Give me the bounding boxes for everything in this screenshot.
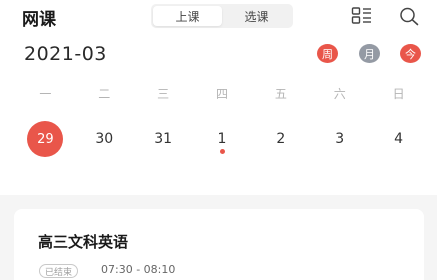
day-cell[interactable]: 4 [369, 121, 428, 157]
day-number: 2 [276, 131, 286, 147]
day-number: 31 [154, 131, 173, 147]
day-number: 1 [217, 131, 227, 147]
top-bar: 网课 上课 选课 [0, 0, 437, 34]
course-time: 07:30 - 08:10 [101, 263, 176, 276]
weekday-label: 四 [216, 87, 229, 101]
month-view-button[interactable]: 月 [359, 44, 380, 63]
weekday-label: 五 [274, 87, 287, 101]
week-view-button[interactable]: 周 [317, 44, 338, 63]
day-cell-selected[interactable]: 29 [16, 121, 75, 157]
weekday-label: 二 [98, 87, 111, 101]
month-label[interactable]: 2021-03 [24, 43, 107, 65]
day-cell[interactable]: 3 [310, 121, 369, 157]
status-badge: 已结束 [39, 264, 79, 278]
day-number: 4 [394, 131, 404, 147]
weekday-label: 三 [157, 87, 170, 101]
day-cell[interactable]: 2 [251, 121, 310, 157]
search-icon[interactable] [398, 6, 420, 26]
day-cell[interactable]: 31 [134, 121, 193, 157]
day-number: 3 [335, 131, 345, 147]
tab-attend-class[interactable]: 上课 [153, 6, 222, 26]
today-button[interactable]: 今 [400, 44, 421, 63]
day-number: 29 [27, 121, 64, 157]
day-cell[interactable]: 1 [193, 121, 252, 157]
course-title: 高三文科英语 [38, 233, 129, 251]
page-title: 网课 [22, 10, 56, 30]
day-number: 30 [95, 131, 114, 147]
course-card[interactable]: 高三文科英语 已结束 07:30 - 08:10 [14, 209, 424, 280]
day-cell[interactable]: 30 [75, 121, 134, 157]
weekday-header: 一 二 三 四 五 六 日 [16, 85, 428, 105]
month-row: 2021-03 周 月 今 [0, 40, 437, 70]
list-view-icon[interactable] [351, 6, 373, 26]
week-days-row: 29 30 31 1 2 3 4 [16, 121, 428, 157]
weekday-label: 六 [333, 87, 346, 101]
weekday-label: 一 [39, 87, 52, 101]
class-indicator-dot [219, 149, 225, 154]
tab-select-course[interactable]: 选课 [222, 6, 291, 26]
weekday-label: 日 [392, 87, 405, 101]
tab-switcher: 上课 选课 [151, 4, 293, 28]
